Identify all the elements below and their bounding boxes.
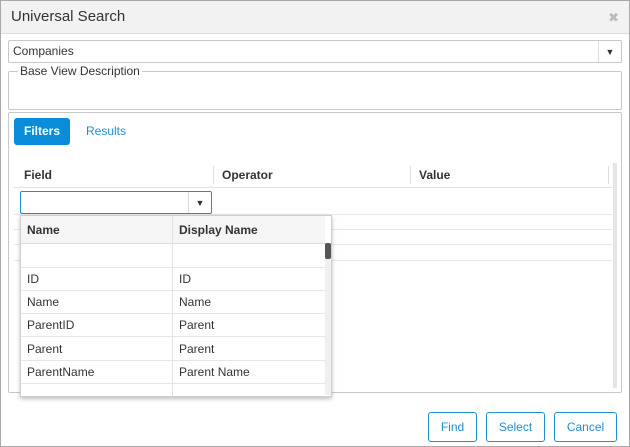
dropdown-scrollbar[interactable] <box>325 243 331 395</box>
list-item-display: Parent <box>179 342 215 356</box>
tab-results[interactable]: Results <box>76 118 136 145</box>
list-item-name: ParentName <box>27 365 95 379</box>
dropdown-column-separator <box>172 216 173 396</box>
companies-select[interactable]: Companies ▼ <box>8 40 622 63</box>
list-item-name: Parent <box>27 342 63 356</box>
column-separator <box>213 166 214 184</box>
base-view-legend: Base View Description <box>18 64 142 78</box>
column-operator[interactable]: Operator <box>222 168 273 182</box>
find-button[interactable]: Find <box>428 412 477 442</box>
list-item-name: ID <box>27 272 39 286</box>
dropdown-scroll-thumb[interactable] <box>325 243 331 259</box>
column-field[interactable]: Field <box>24 168 52 182</box>
list-item[interactable]: Name Name <box>21 290 325 314</box>
list-item-name: Name <box>27 295 60 309</box>
chevron-down-icon[interactable]: ▼ <box>598 41 621 62</box>
list-item[interactable]: Parent Parent <box>21 337 325 361</box>
dropdown-column-name: Name <box>27 223 60 237</box>
list-item-display: ID <box>179 272 191 286</box>
column-separator <box>410 166 411 184</box>
list-item[interactable]: ParentName Parent Name <box>21 360 325 384</box>
list-item-display: Parent <box>179 318 215 332</box>
list-item[interactable]: ParentID Parent <box>21 313 325 337</box>
title-bar: Universal Search ✖ <box>1 1 629 34</box>
dropdown-header: Name Display Name <box>21 216 325 244</box>
list-item-name: ParentID <box>27 318 75 332</box>
list-item[interactable]: ID ID <box>21 267 325 291</box>
chevron-down-icon[interactable]: ▼ <box>188 192 211 213</box>
filter-grid-header: Field Operator Value <box>14 163 612 188</box>
list-item-display: Parent Name <box>179 365 250 379</box>
companies-select-value: Companies <box>13 44 74 58</box>
column-value[interactable]: Value <box>419 168 450 182</box>
base-view-description-field[interactable]: Base View Description <box>8 64 622 110</box>
field-combobox[interactable]: ▼ <box>20 191 212 214</box>
dropdown-column-display-name: Display Name <box>179 223 258 237</box>
universal-search-dialog: Universal Search ✖ Companies ▼ Base View… <box>0 0 630 447</box>
select-button[interactable]: Select <box>486 412 545 442</box>
dialog-title: Universal Search <box>11 8 126 25</box>
grid-scrollbar[interactable] <box>613 163 617 388</box>
cancel-button[interactable]: Cancel <box>554 412 617 442</box>
list-item[interactable] <box>21 244 325 268</box>
column-separator <box>608 166 609 184</box>
close-icon[interactable]: ✖ <box>608 10 619 26</box>
list-item-display: Name <box>179 295 212 309</box>
tab-filters[interactable]: Filters <box>14 118 70 145</box>
field-dropdown-list: Name Display Name ID ID Name Name Parent… <box>20 215 332 397</box>
